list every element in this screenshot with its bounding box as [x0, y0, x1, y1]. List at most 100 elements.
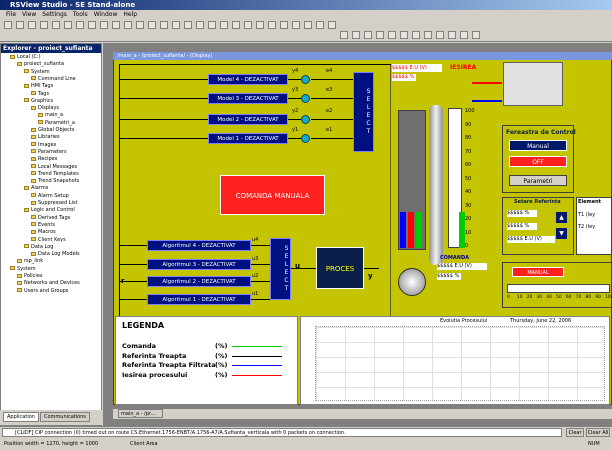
toolbar-button[interactable]: [256, 21, 264, 29]
toolbar-button[interactable]: [100, 21, 108, 29]
menu-settings[interactable]: Settings: [42, 11, 67, 18]
tree-item[interactable]: Command Line: [31, 76, 76, 83]
toolbar-button[interactable]: [64, 21, 72, 29]
off-button[interactable]: OFF: [509, 156, 567, 167]
tree-item[interactable]: Data Log: [24, 244, 53, 251]
menu-window[interactable]: Window: [94, 11, 118, 18]
tree-item[interactable]: HMI Tags: [24, 83, 53, 90]
menu-view[interactable]: View: [22, 11, 36, 18]
menu-help[interactable]: Help: [123, 11, 137, 18]
tree-item[interactable]: Derived Tags: [31, 215, 70, 222]
toolbar-button[interactable]: [328, 21, 336, 29]
tree-item[interactable]: main_a: [38, 112, 63, 119]
toolbar-button[interactable]: [436, 31, 444, 39]
clear-button[interactable]: Clear: [566, 428, 584, 437]
toolbar-button[interactable]: [28, 21, 36, 29]
toolbar-button[interactable]: [424, 31, 432, 39]
toolbar-button[interactable]: [220, 21, 228, 29]
toolbar-button[interactable]: [112, 21, 120, 29]
tree-item[interactable]: Alarm Setup: [31, 193, 69, 200]
tree-item[interactable]: System: [24, 69, 50, 76]
tab-communications[interactable]: Communications: [40, 412, 91, 422]
tree-item[interactable]: Macros: [31, 229, 56, 236]
tree-item[interactable]: Logic and Control: [24, 207, 75, 214]
toolbar-button[interactable]: [472, 31, 480, 39]
toolbar-button[interactable]: [292, 21, 300, 29]
comanda-manuala-block[interactable]: COMANDA MANUALA: [220, 175, 325, 215]
tree-item[interactable]: Recipes: [31, 156, 57, 163]
toolbar-button[interactable]: [448, 31, 456, 39]
menu-tools[interactable]: Tools: [73, 11, 88, 18]
tree-item[interactable]: Local (C:): [10, 54, 41, 61]
tree-item[interactable]: Graphics: [24, 98, 53, 105]
toolbar-button[interactable]: [376, 31, 384, 39]
toolbar-button[interactable]: [388, 31, 396, 39]
tree-item[interactable]: Events: [31, 222, 55, 229]
toolbar-button[interactable]: [352, 31, 360, 39]
tree-item[interactable]: Policies: [17, 273, 43, 280]
toolbar-button[interactable]: [184, 21, 192, 29]
setare-pct[interactable]: $$$$$ %: [507, 210, 537, 217]
proces-block[interactable]: PROCES: [316, 247, 364, 289]
model-block[interactable]: Model 3 - DEZACTIVAT: [208, 93, 288, 104]
toolbar-button[interactable]: [232, 21, 240, 29]
toolbar-button[interactable]: [400, 31, 408, 39]
tree-item[interactable]: rsp_link: [17, 258, 43, 265]
toolbar-button[interactable]: [76, 21, 84, 29]
toolbar-button[interactable]: [208, 21, 216, 29]
toolbar-button[interactable]: [304, 21, 312, 29]
tab-application[interactable]: Application: [3, 412, 39, 422]
tree-item[interactable]: Suppressed List: [31, 200, 78, 207]
model-block[interactable]: Model 2 - DEZACTIVAT: [208, 114, 288, 125]
parametri-button[interactable]: Parametri: [509, 175, 567, 186]
toolbar-button[interactable]: [148, 21, 156, 29]
manual-slider[interactable]: [507, 284, 610, 293]
tree-item[interactable]: Parameters: [31, 149, 67, 156]
toolbar-button[interactable]: [196, 21, 204, 29]
toolbar-button[interactable]: [316, 21, 324, 29]
toolbar-button[interactable]: [172, 21, 180, 29]
down-arrow-icon[interactable]: ▼: [556, 228, 567, 239]
toolbar-button[interactable]: [340, 31, 348, 39]
tree-item[interactable]: Alarms: [24, 185, 48, 192]
tree-item[interactable]: Local Messages: [31, 164, 77, 171]
algo-block[interactable]: Algoritmul 2 - DEZACTIVAT: [147, 276, 251, 287]
toolbar-button[interactable]: [460, 31, 468, 39]
toolbar-button[interactable]: [40, 21, 48, 29]
toolbar-button[interactable]: [52, 21, 60, 29]
tree-item[interactable]: Trend Snapshots: [31, 178, 79, 185]
tree-item[interactable]: Networks and Devices: [17, 280, 80, 287]
tree-item[interactable]: Tags: [31, 91, 49, 98]
tree-item[interactable]: Libraries: [31, 134, 60, 141]
toolbar-button[interactable]: [364, 31, 372, 39]
tree-item[interactable]: Parametri_a: [38, 120, 75, 127]
tree-item[interactable]: Client Keys: [31, 237, 66, 244]
toolbar-button[interactable]: [16, 21, 24, 29]
taskbar-item[interactable]: main_a - /pr...: [118, 409, 163, 418]
toolbar-button[interactable]: [136, 21, 144, 29]
tree-item[interactable]: Trend Templates: [31, 171, 79, 178]
toolbar-button[interactable]: [124, 21, 132, 29]
model-block[interactable]: Model 1 - DEZACTIVAT: [208, 133, 288, 144]
model-block[interactable]: Model 4 - DEZACTIVAT: [208, 74, 288, 85]
toolbar-button[interactable]: [268, 21, 276, 29]
tree-item[interactable]: System: [10, 266, 36, 273]
toolbar-button[interactable]: [244, 21, 252, 29]
toolbar-button[interactable]: [88, 21, 96, 29]
algo-block[interactable]: Algoritmul 3 - DEZACTIVAT: [147, 259, 251, 270]
setare-pct2[interactable]: $$$$$ %: [507, 223, 537, 230]
manual-button[interactable]: Manual: [509, 140, 567, 151]
setare-eu[interactable]: $$$$$ E.U (V): [507, 236, 555, 243]
toolbar-button[interactable]: [4, 21, 12, 29]
tree-item[interactable]: Users and Groups: [17, 288, 68, 295]
model-select-block[interactable]: SELECT: [353, 72, 374, 152]
algo-block[interactable]: Algoritmul 1 - DEZACTIVAT: [147, 294, 251, 305]
menu-file[interactable]: File: [6, 11, 16, 18]
clear-all-button[interactable]: Clear All: [586, 428, 610, 437]
manual-small-button[interactable]: MANUAL: [512, 267, 564, 277]
toolbar-button[interactable]: [280, 21, 288, 29]
up-arrow-icon[interactable]: ▲: [556, 212, 567, 223]
tree-item[interactable]: Displays: [31, 105, 59, 112]
tree-item[interactable]: proiect_sufianta: [17, 61, 64, 68]
tree-item[interactable]: Data Log Models: [31, 251, 80, 258]
